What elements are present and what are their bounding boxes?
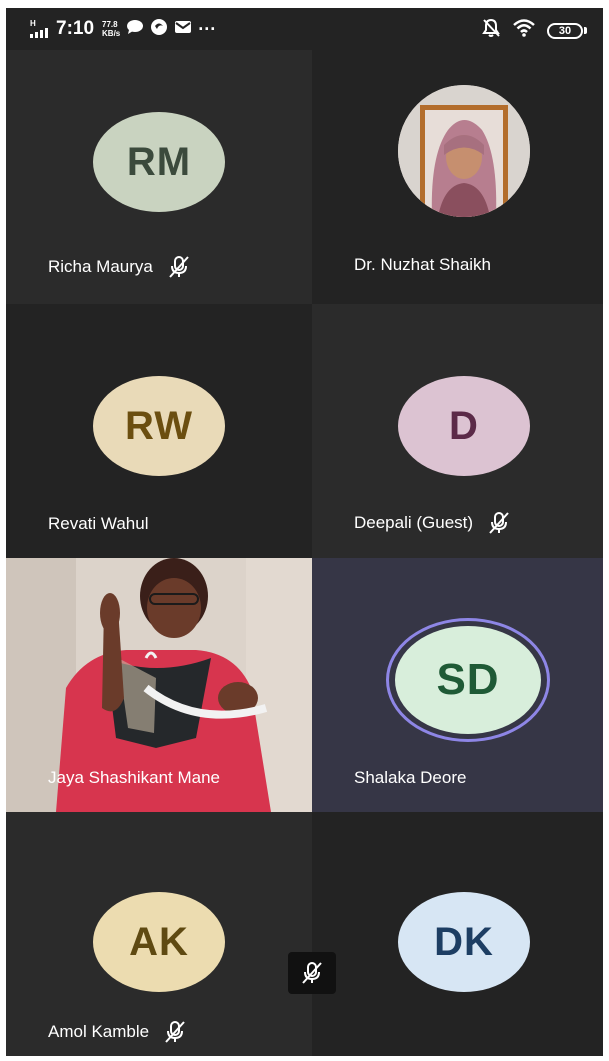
mic-off-icon <box>167 255 191 279</box>
avatar: D <box>398 376 530 476</box>
participant-tile[interactable]: DK <box>312 812 603 1056</box>
participant-name-row: Revati Wahul <box>48 514 148 534</box>
participant-name: Jaya Shashikant Mane <box>48 768 220 787</box>
participant-name-row: Amol Kamble <box>48 1020 187 1044</box>
participant-tile[interactable]: RM Richa Maurya <box>6 50 312 304</box>
battery-icon: 30 <box>547 22 587 39</box>
participant-name-row: Richa Maurya <box>48 255 191 279</box>
participant-tile[interactable]: AK Amol Kamble <box>6 812 312 1056</box>
participant-name: Shalaka Deore <box>354 768 467 787</box>
signal-icon: H <box>30 20 48 38</box>
speed-value: 77.8 <box>102 20 118 29</box>
participant-name: Richa Maurya <box>48 257 153 276</box>
participant-name: Amol Kamble <box>48 1022 150 1041</box>
avatar: SD <box>395 626 541 734</box>
more-notifications-icon: ··· <box>198 19 217 39</box>
network-speed: 77.8 KB/s <box>102 20 120 38</box>
participant-name: Deepali (Guest) <box>354 513 474 532</box>
participant-name-row: Shalaka Deore <box>354 768 466 788</box>
mic-off-icon <box>163 1020 187 1044</box>
wifi-icon <box>513 19 535 42</box>
status-bar: H 7:10 77.8 KB/s ··· 30 <box>6 8 603 50</box>
speed-unit: KB/s <box>102 29 121 38</box>
participant-name-row: Dr. Nuzhat Shaikh <box>354 255 491 275</box>
network-type: H <box>30 19 36 28</box>
participant-name-row: Deepali (Guest) <box>354 511 511 535</box>
battery-level: 30 <box>558 24 572 37</box>
chat-bubble-icon <box>126 19 144 39</box>
status-bar-left: H 7:10 77.8 KB/s ··· <box>30 18 216 40</box>
participant-tile[interactable]: RW Revati Wahul <box>6 304 312 558</box>
participant-name-row: Jaya Shashikant Mane <box>48 768 220 788</box>
clock: 7:10 <box>56 18 95 39</box>
participant-name: Dr. Nuzhat Shaikh <box>354 255 492 274</box>
video-tile[interactable]: Jaya Shashikant Mane <box>6 558 312 812</box>
mic-off-icon <box>302 962 322 984</box>
avatar: DK <box>398 892 530 992</box>
status-bar-right: 30 <box>481 18 587 43</box>
self-mute-button[interactable] <box>288 952 336 994</box>
participant-name: Revati Wahul <box>48 514 149 533</box>
avatar: AK <box>93 892 225 992</box>
participant-tile-speaking[interactable]: SD Shalaka Deore <box>312 558 603 812</box>
profile-photo <box>398 85 530 217</box>
mail-icon <box>174 19 192 39</box>
meeting-screen: H 7:10 77.8 KB/s ··· 30 RM Richa Maurya … <box>6 8 603 1056</box>
notifications-off-icon <box>481 18 501 43</box>
vpn-app-icon <box>150 18 168 40</box>
avatar: RW <box>93 376 225 476</box>
participant-tile[interactable]: D Deepali (Guest) <box>312 304 603 558</box>
mic-off-icon <box>487 511 511 535</box>
avatar: RM <box>93 112 225 212</box>
